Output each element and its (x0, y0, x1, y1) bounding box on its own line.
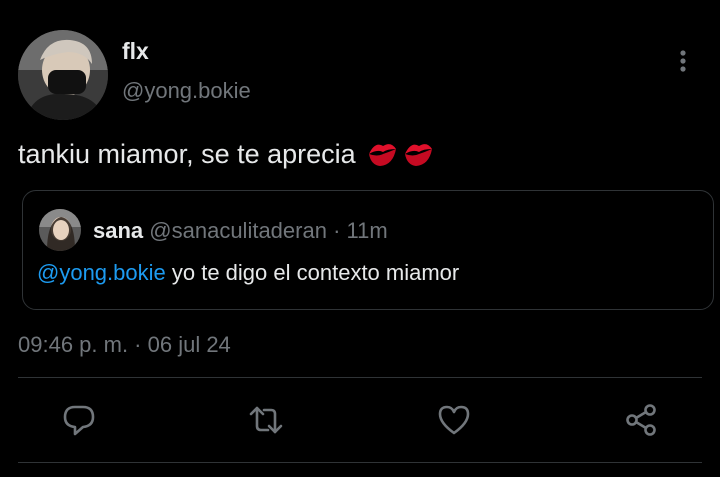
quoted-author-name[interactable]: sana (93, 218, 143, 243)
author-name[interactable]: flx (122, 38, 149, 65)
quoted-tweet[interactable]: sana @sanaculitaderan · 11m @yong.bokie … (22, 190, 714, 310)
quoted-author-avatar[interactable] (39, 209, 81, 251)
reply-icon[interactable] (61, 402, 97, 438)
tweet-text: tankiu miamor, se te aprecia (18, 139, 435, 176)
quoted-separator: · (333, 218, 341, 243)
retweet-icon[interactable] (248, 402, 284, 438)
quoted-body: yo te digo el contexto miamor (171, 260, 460, 285)
divider (18, 377, 702, 378)
divider (18, 462, 702, 463)
tweet-body: tankiu miamor, se te aprecia (18, 139, 356, 169)
author-avatar[interactable] (18, 30, 108, 120)
quoted-mention[interactable]: @yong.bokie (37, 260, 166, 285)
quoted-time: 11m (346, 218, 388, 243)
quoted-header: sana @sanaculitaderan · 11m (93, 218, 388, 244)
quoted-text: @yong.bokie yo te digo el contexto miamo… (37, 260, 459, 286)
like-icon[interactable] (436, 402, 472, 438)
author-handle[interactable]: @yong.bokie (122, 78, 251, 104)
kiss-mark-icon (401, 139, 435, 176)
quoted-author-handle[interactable]: @sanaculitaderan (149, 218, 327, 243)
share-icon[interactable] (623, 402, 659, 438)
more-options-icon[interactable] (672, 48, 694, 74)
kiss-mark-icon (365, 139, 399, 176)
tweet-timestamp[interactable]: 09:46 p. m. · 06 jul 24 (18, 332, 231, 358)
